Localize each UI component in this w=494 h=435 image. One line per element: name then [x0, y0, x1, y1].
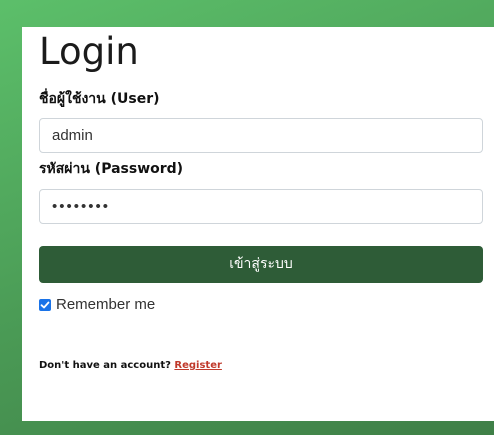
- register-link[interactable]: Register: [174, 360, 222, 371]
- password-field[interactable]: [39, 189, 483, 224]
- checkmark-icon: [40, 301, 50, 308]
- username-field[interactable]: [39, 118, 483, 153]
- password-label: รหัสผ่าน (Password): [39, 161, 184, 177]
- login-card: Login ชื่อผู้ใช้งาน (User) รหัสผ่าน (Pas…: [22, 27, 494, 421]
- remember-me-row[interactable]: Remember me: [39, 296, 155, 313]
- page-title: Login: [39, 30, 139, 73]
- remember-checkbox[interactable]: [39, 298, 51, 311]
- remember-label: Remember me: [56, 296, 156, 313]
- login-button[interactable]: เข้าสู่ระบบ: [39, 246, 483, 283]
- signup-prompt-row: Don't have an account? Register: [39, 360, 222, 371]
- username-label: ชื่อผู้ใช้งาน (User): [39, 91, 160, 107]
- signup-prompt: Don't have an account?: [39, 360, 171, 371]
